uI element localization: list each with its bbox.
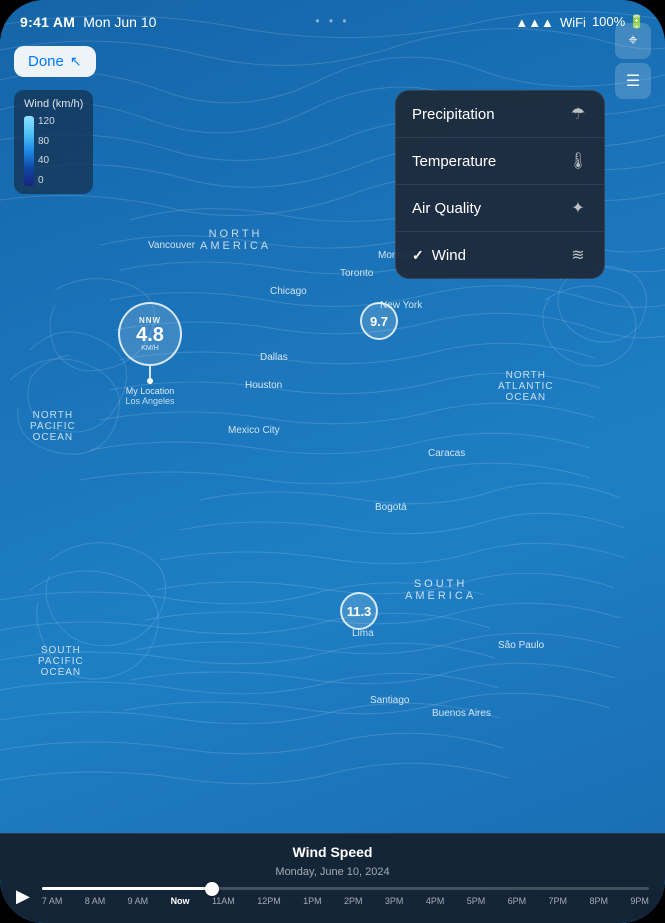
top-bar: Done ↖ ⌖ ☰	[0, 36, 665, 86]
precipitation-icon: ☂	[568, 104, 588, 124]
wind-label: Wind	[432, 247, 466, 264]
wind-checkmark: ✓	[412, 247, 424, 264]
device-frame: • • • 9:41 AM Mon Jun 10 ▲▲▲ WiFi 100% 🔋…	[0, 0, 665, 923]
timeline-label-4pm: 4PM	[426, 896, 445, 906]
temperature-label: Temperature	[412, 153, 496, 170]
temperature-icon: 🌡	[568, 151, 588, 171]
precipitation-label: Precipitation	[412, 106, 495, 123]
timeline-labels: 7 AM 8 AM 9 AM Now 11AM 12PM 1PM 2PM 3PM…	[42, 896, 649, 906]
wind-label-0: 0	[38, 175, 55, 186]
my-location-sublabel: Los Angeles	[125, 396, 174, 406]
dropdown-item-precipitation[interactable]: Precipitation ☂	[396, 91, 604, 138]
timeline-label-7pm: 7PM	[549, 896, 568, 906]
wind-legend-title: Wind (km/h)	[24, 98, 83, 110]
wind-badge-pin	[149, 366, 151, 378]
top-right-buttons: ⌖ ☰	[615, 23, 651, 99]
timeline-label-12pm: 12PM	[257, 896, 281, 906]
air-quality-icon: ✦	[568, 198, 588, 218]
timeline-label-8am: 8 AM	[85, 896, 106, 906]
signal-icon: ▲▲▲	[515, 15, 554, 30]
timeline-label-9am: 9 AM	[128, 896, 149, 906]
dropdown-item-wind[interactable]: ✓ Wind ≋	[396, 232, 604, 278]
navigation-icon: ⌖	[628, 32, 637, 50]
wind-speed-lima: 11.3	[347, 605, 372, 618]
wind-gradient-visual	[24, 116, 34, 186]
timeline-label-8pm: 8PM	[589, 896, 608, 906]
timeline-label-5pm: 5PM	[467, 896, 486, 906]
timeline-title: Wind Speed	[293, 844, 373, 860]
timeline-subtitle: Monday, June 10, 2024	[275, 866, 389, 878]
wind-badge-lima: 11.3	[340, 592, 378, 630]
wind-legend: Wind (km/h) 120 80 40 0	[14, 90, 93, 194]
done-label: Done	[28, 53, 64, 70]
layer-dropdown: Precipitation ☂ Temperature 🌡 Air Qualit…	[395, 90, 605, 279]
timeline-title-container: Wind Speed Monday, June 10, 2024	[16, 844, 649, 880]
wind-label-40: 40	[38, 155, 55, 166]
wind-badge-circle-large: NNW 4.8 KM/H	[118, 302, 182, 366]
done-button[interactable]: Done ↖	[14, 46, 96, 77]
play-icon: ▶	[16, 886, 30, 906]
my-location-label: My Location	[126, 386, 175, 396]
wind-legend-bar: 120 80 40 0	[24, 116, 83, 186]
wifi-icon: WiFi	[560, 15, 586, 30]
timeline-label-7am: 7 AM	[42, 896, 63, 906]
layers-button[interactable]: ☰	[615, 63, 651, 99]
wind-labels: 120 80 40 0	[38, 116, 55, 186]
air-quality-label: Air Quality	[412, 200, 481, 217]
timeline-label-9pm: 9PM	[630, 896, 649, 906]
wind-label-80: 80	[38, 136, 55, 147]
wind-badge-circle-ny: 9.7	[360, 302, 398, 340]
timeline-label-now: Now	[171, 896, 190, 906]
top-dots: • • •	[315, 14, 349, 28]
wind-badge-my-location: NNW 4.8 KM/H My Location Los Angeles	[118, 302, 182, 406]
timeline-fill	[42, 887, 212, 890]
wind-badge-dot	[147, 378, 153, 384]
wind-unit-large: KM/H	[141, 345, 159, 352]
timeline-controls: ▶ 7 AM 8 AM 9 AM Now 11AM 12PM 1PM 2PM 3…	[16, 886, 649, 907]
timeline-label-2pm: 2PM	[344, 896, 363, 906]
timeline-label-6pm: 6PM	[508, 896, 527, 906]
status-time: 9:41 AM	[20, 14, 75, 30]
wind-label-120: 120	[38, 116, 55, 127]
timeline-bar: Wind Speed Monday, June 10, 2024 ▶ 7 AM …	[0, 833, 665, 923]
layers-icon: ☰	[626, 71, 640, 91]
timeline-label-11am: 11AM	[212, 896, 235, 906]
cursor-icon: ↖	[70, 53, 82, 70]
timeline-track	[42, 887, 649, 890]
timeline-slider[interactable]: 7 AM 8 AM 9 AM Now 11AM 12PM 1PM 2PM 3PM…	[42, 887, 649, 906]
wind-speed-ny: 9.7	[370, 315, 388, 328]
wind-icon: ≋	[568, 245, 588, 265]
timeline-thumb	[205, 882, 219, 896]
wind-badge-new-york: 9.7	[360, 302, 398, 340]
navigation-button[interactable]: ⌖	[615, 23, 651, 59]
wind-badge-circle-lima: 11.3	[340, 592, 378, 630]
timeline-label-1pm: 1PM	[303, 896, 322, 906]
wind-speed-large: 4.8	[136, 325, 164, 345]
timeline-label-3pm: 3PM	[385, 896, 404, 906]
play-button[interactable]: ▶	[16, 886, 30, 907]
dropdown-item-temperature[interactable]: Temperature 🌡	[396, 138, 604, 185]
dropdown-item-air-quality[interactable]: Air Quality ✦	[396, 185, 604, 232]
status-date: Mon Jun 10	[83, 14, 156, 30]
